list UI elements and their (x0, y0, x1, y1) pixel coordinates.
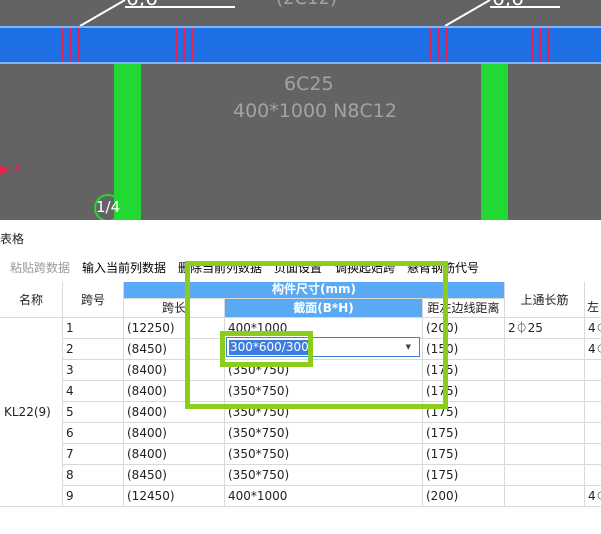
span-no-cell[interactable]: 4 (63, 381, 124, 402)
header-left-partial[interactable]: 左 (585, 282, 601, 318)
section-label: 400*1000 N8C12 (233, 100, 397, 122)
span-no-cell[interactable]: 5 (63, 402, 124, 423)
distance-cell[interactable]: (175) (423, 423, 505, 444)
header-name[interactable]: 名称 (0, 282, 63, 318)
distance-cell[interactable]: (175) (423, 465, 505, 486)
top-rebar-cell[interactable] (505, 465, 585, 486)
rebar-label: 6C25 (284, 73, 334, 95)
span-no-cell[interactable]: 8 (63, 465, 124, 486)
top-rebar-cell[interactable] (505, 486, 585, 507)
top-rebar-cell[interactable] (505, 360, 585, 381)
top-rebar-cell[interactable] (505, 423, 585, 444)
leader-line-right (444, 0, 491, 27)
label-top-left: 6,6 (126, 0, 158, 10)
axis-x-label: X (13, 161, 22, 175)
section-cell[interactable]: 400*1000 (225, 486, 423, 507)
left-rebar-cell[interactable] (585, 402, 601, 423)
leader-line-left (79, 0, 126, 27)
label-top-right: 6,6 (492, 0, 524, 10)
left-rebar-cell[interactable] (585, 423, 601, 444)
scale-label: 1/4 (96, 198, 121, 216)
distance-cell[interactable]: (175) (423, 444, 505, 465)
section-cell[interactable]: (350*750) (225, 465, 423, 486)
left-rebar-cell[interactable] (585, 360, 601, 381)
highlight-box-editor (220, 331, 313, 367)
member-name-cell[interactable]: KL22(9) (0, 318, 63, 507)
header-span-no[interactable]: 跨号 (63, 282, 124, 318)
top-rebar-cell[interactable]: 2⏀25 (505, 318, 585, 339)
span-length-cell[interactable]: (12450) (124, 486, 225, 507)
label-top-center: (2C12) (276, 0, 337, 9)
section-cell[interactable]: (350*750) (225, 423, 423, 444)
top-rebar-cell[interactable] (505, 339, 585, 360)
section-cell[interactable]: (350*750) (225, 444, 423, 465)
distance-cell[interactable]: (200) (423, 486, 505, 507)
input-column-data-button[interactable]: 输入当前列数据 (82, 260, 166, 276)
column-right (481, 64, 508, 220)
header-top-rebar[interactable]: 上通长筋 (505, 282, 585, 318)
left-rebar-cell[interactable] (585, 465, 601, 486)
left-rebar-cell[interactable] (585, 444, 601, 465)
span-no-cell[interactable]: 2 (63, 339, 124, 360)
span-no-cell[interactable]: 9 (63, 486, 124, 507)
top-rebar-cell[interactable] (505, 402, 585, 423)
span-no-cell[interactable]: 3 (63, 360, 124, 381)
left-rebar-cell[interactable]: 4⏀ (585, 318, 601, 339)
span-no-cell[interactable]: 7 (63, 444, 124, 465)
left-rebar-cell[interactable]: 4⏀ (585, 339, 601, 360)
cad-canvas[interactable]: 6,6 (2C12) 6,6 6C25 400*1000 N8C12 X 1/4 (0, 0, 601, 220)
span-no-cell[interactable]: 1 (63, 318, 124, 339)
left-rebar-cell[interactable] (585, 381, 601, 402)
top-rebar-cell[interactable] (505, 444, 585, 465)
panel-title: 表格 (0, 232, 25, 246)
span-length-cell[interactable]: (8400) (124, 444, 225, 465)
span-length-cell[interactable]: (8400) (124, 423, 225, 444)
span-length-cell[interactable]: (8450) (124, 465, 225, 486)
column-left (114, 64, 141, 220)
beam (0, 27, 601, 63)
paste-span-data-button[interactable]: 粘贴跨数据 (10, 260, 70, 276)
left-rebar-cell[interactable]: 4⏀ (585, 486, 601, 507)
top-rebar-cell[interactable] (505, 381, 585, 402)
span-no-cell[interactable]: 6 (63, 423, 124, 444)
